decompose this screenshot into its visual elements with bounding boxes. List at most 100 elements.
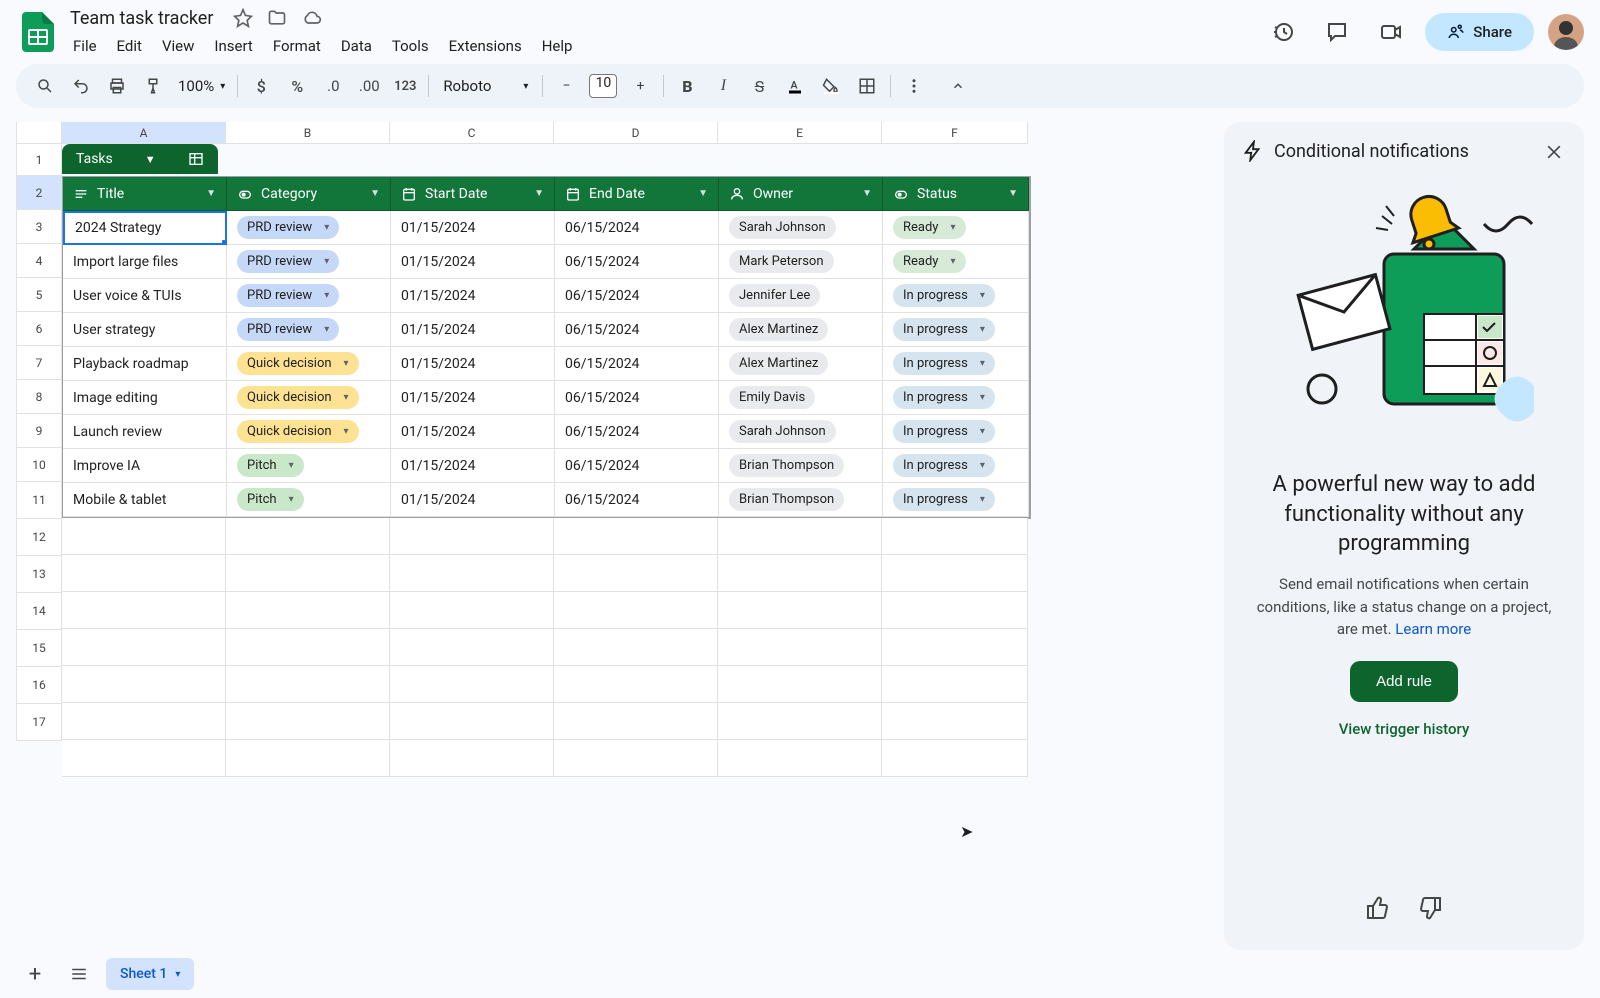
empty-cell[interactable] bbox=[226, 555, 390, 592]
cell-title[interactable]: User voice & TUIs bbox=[63, 279, 227, 313]
menu-extensions[interactable]: Extensions bbox=[440, 33, 531, 59]
sheet-tab[interactable]: Sheet 1▾ bbox=[106, 958, 194, 990]
comments-icon[interactable] bbox=[1317, 12, 1357, 52]
empty-cell[interactable] bbox=[62, 629, 226, 666]
empty-cell[interactable] bbox=[554, 740, 718, 777]
strike-icon[interactable]: S bbox=[742, 71, 776, 101]
empty-cell[interactable] bbox=[226, 703, 390, 740]
empty-cell[interactable] bbox=[226, 518, 390, 555]
empty-cell[interactable] bbox=[718, 592, 882, 629]
table-tab[interactable]: Tasks ▼ bbox=[62, 144, 218, 174]
cell-category[interactable]: PRD review bbox=[227, 245, 391, 279]
menu-tools[interactable]: Tools bbox=[383, 33, 438, 59]
cell-title[interactable]: Improve IA bbox=[63, 449, 227, 483]
empty-cell[interactable] bbox=[554, 703, 718, 740]
cell-end[interactable]: 06/15/2024 bbox=[555, 483, 719, 517]
empty-cell[interactable] bbox=[226, 592, 390, 629]
menu-view[interactable]: View bbox=[153, 33, 203, 59]
col-head-F[interactable]: F bbox=[882, 122, 1028, 144]
cell-status[interactable]: Ready bbox=[883, 245, 1029, 279]
empty-cell[interactable] bbox=[554, 518, 718, 555]
cell-end[interactable]: 06/15/2024 bbox=[555, 415, 719, 449]
empty-cell[interactable] bbox=[226, 666, 390, 703]
cell-owner[interactable]: Sarah Johnson bbox=[719, 415, 883, 449]
empty-cell[interactable] bbox=[718, 703, 882, 740]
font-size-input[interactable]: 10 bbox=[589, 74, 617, 98]
thumbs-up-icon[interactable] bbox=[1366, 896, 1390, 920]
cell-end[interactable]: 06/15/2024 bbox=[555, 245, 719, 279]
undo-icon[interactable] bbox=[64, 71, 98, 101]
empty-cell[interactable] bbox=[390, 555, 554, 592]
cell-end[interactable]: 06/15/2024 bbox=[555, 381, 719, 415]
empty-cell[interactable] bbox=[390, 592, 554, 629]
learn-more-link[interactable]: Learn more bbox=[1395, 620, 1471, 638]
cell-owner[interactable]: Emily Davis bbox=[719, 381, 883, 415]
col-head-A[interactable]: A bbox=[62, 122, 226, 144]
empty-cell[interactable] bbox=[882, 592, 1028, 629]
menu-help[interactable]: Help bbox=[533, 33, 582, 59]
cell-title[interactable]: Mobile & tablet bbox=[63, 483, 227, 517]
empty-cell[interactable] bbox=[554, 629, 718, 666]
cell-owner[interactable]: Alex Martinez bbox=[719, 313, 883, 347]
more-tools-icon[interactable] bbox=[897, 71, 931, 101]
cloud-status-icon[interactable] bbox=[301, 8, 323, 28]
folder-move-icon[interactable] bbox=[267, 8, 287, 28]
row-head-5[interactable]: 5 bbox=[16, 278, 62, 312]
cell-start[interactable]: 01/15/2024 bbox=[391, 449, 555, 483]
decrease-font-icon[interactable]: − bbox=[549, 71, 583, 101]
table-header-owner[interactable]: Owner▼ bbox=[719, 177, 883, 211]
empty-cell[interactable] bbox=[390, 666, 554, 703]
cell-status[interactable]: In progress bbox=[883, 313, 1029, 347]
star-icon[interactable] bbox=[233, 8, 253, 28]
history-icon[interactable] bbox=[1263, 12, 1303, 52]
cell-status[interactable]: In progress bbox=[883, 415, 1029, 449]
collapse-toolbar-icon[interactable] bbox=[941, 71, 975, 101]
cell-start[interactable]: 01/15/2024 bbox=[391, 381, 555, 415]
empty-cell[interactable] bbox=[390, 629, 554, 666]
fill-color-icon[interactable] bbox=[814, 71, 848, 101]
cell-category[interactable]: Quick decision bbox=[227, 381, 391, 415]
empty-cell[interactable] bbox=[554, 555, 718, 592]
cell-title[interactable]: 2024 Strategy bbox=[63, 211, 227, 245]
italic-icon[interactable]: I bbox=[706, 71, 740, 101]
empty-cell[interactable] bbox=[718, 518, 882, 555]
empty-cell[interactable] bbox=[390, 518, 554, 555]
bold-icon[interactable]: B bbox=[670, 71, 704, 101]
row-head-2[interactable]: 2 bbox=[16, 176, 62, 210]
cell-start[interactable]: 01/15/2024 bbox=[391, 415, 555, 449]
account-avatar[interactable] bbox=[1548, 14, 1584, 50]
font-select[interactable]: Roboto▾ bbox=[435, 77, 536, 95]
col-head-B[interactable]: B bbox=[226, 122, 390, 144]
empty-cell[interactable] bbox=[718, 555, 882, 592]
cell-status[interactable]: In progress bbox=[883, 449, 1029, 483]
format-123-icon[interactable]: 123 bbox=[388, 71, 422, 101]
cell-title[interactable]: Launch review bbox=[63, 415, 227, 449]
borders-icon[interactable] bbox=[850, 71, 884, 101]
table-header-title[interactable]: Title▼ bbox=[63, 177, 227, 211]
empty-cell[interactable] bbox=[226, 740, 390, 777]
empty-cell[interactable] bbox=[882, 666, 1028, 703]
cell-end[interactable]: 06/15/2024 bbox=[555, 347, 719, 381]
zoom-select[interactable]: 100%▾ bbox=[172, 77, 231, 95]
cell-category[interactable]: PRD review bbox=[227, 211, 391, 245]
empty-cell[interactable] bbox=[62, 592, 226, 629]
cell-owner[interactable]: Alex Martinez bbox=[719, 347, 883, 381]
empty-cell[interactable] bbox=[718, 629, 882, 666]
menu-insert[interactable]: Insert bbox=[205, 33, 261, 59]
currency-icon[interactable]: $ bbox=[244, 71, 278, 101]
paint-format-icon[interactable] bbox=[136, 71, 170, 101]
empty-cell[interactable] bbox=[62, 518, 226, 555]
cell-title[interactable]: Image editing bbox=[63, 381, 227, 415]
menu-edit[interactable]: Edit bbox=[108, 33, 151, 59]
empty-cell[interactable] bbox=[226, 629, 390, 666]
row-head-9[interactable]: 9 bbox=[16, 414, 62, 448]
cell-title[interactable]: Import large files bbox=[63, 245, 227, 279]
cell-owner[interactable]: Brian Thompson bbox=[719, 483, 883, 517]
empty-cell[interactable] bbox=[62, 740, 226, 777]
cell-end[interactable]: 06/15/2024 bbox=[555, 313, 719, 347]
thumbs-down-icon[interactable] bbox=[1418, 896, 1442, 920]
cell-start[interactable]: 01/15/2024 bbox=[391, 211, 555, 245]
col-head-E[interactable]: E bbox=[718, 122, 882, 144]
add-rule-button[interactable]: Add rule bbox=[1350, 661, 1458, 702]
table-view-icon[interactable] bbox=[188, 151, 204, 167]
